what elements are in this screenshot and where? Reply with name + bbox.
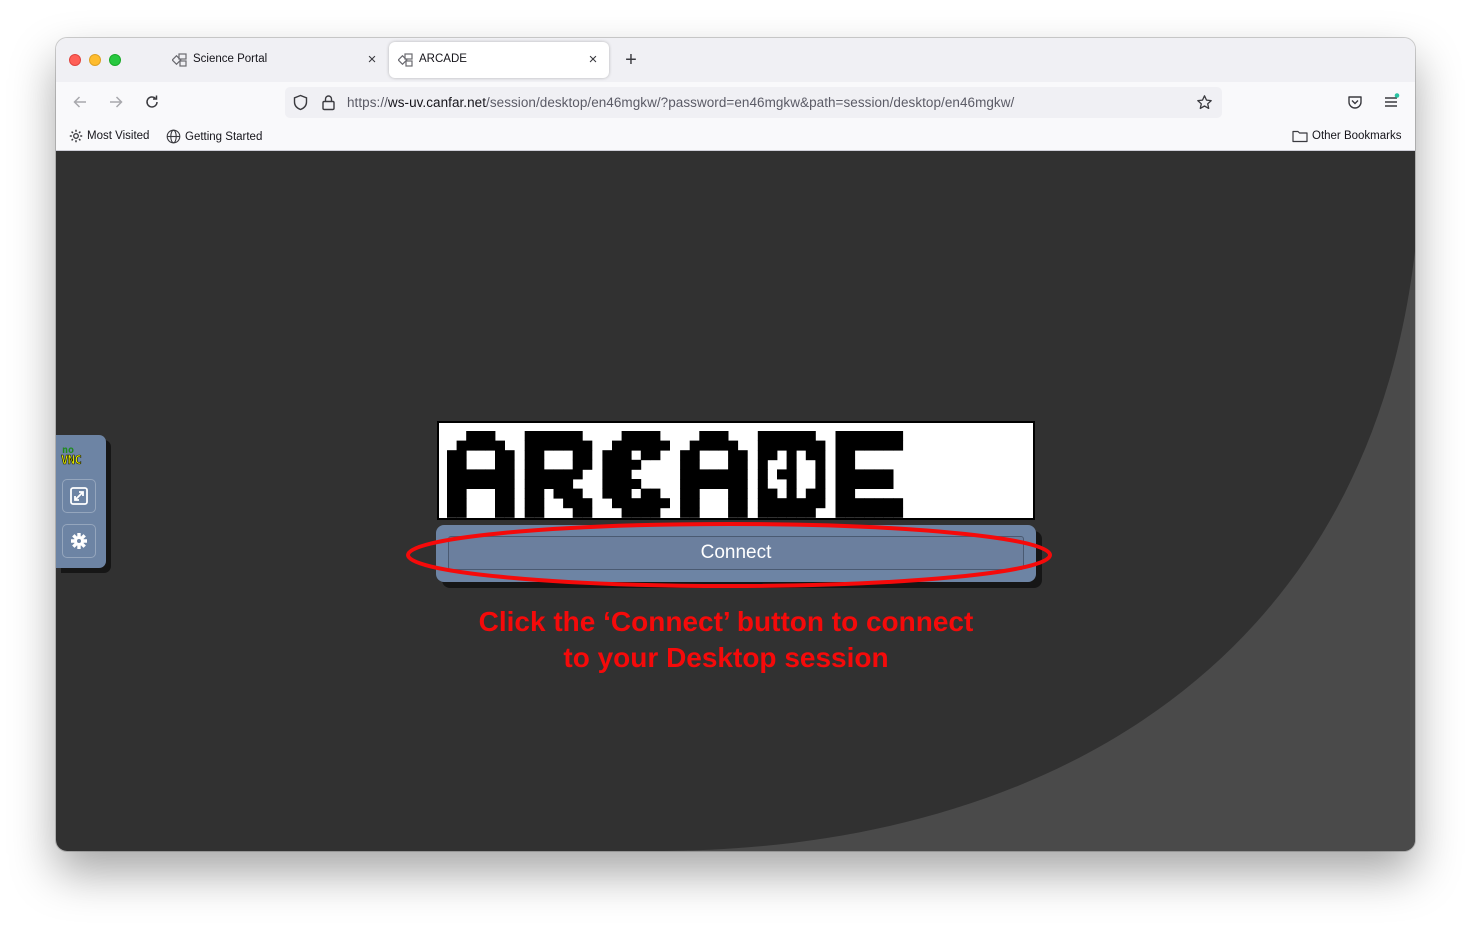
annotation-text: Click the ‘Connect’ button to connect to… xyxy=(426,604,1026,676)
annotation-line-2: to your Desktop session xyxy=(563,642,889,673)
globe-icon xyxy=(166,129,181,144)
fullscreen-icon xyxy=(70,487,88,505)
address-bar[interactable]: https://ws-uv.canfar.net/session/desktop… xyxy=(285,87,1222,118)
folder-icon xyxy=(1292,130,1308,143)
logo-letter xyxy=(602,431,670,518)
novnc-logo: no VNC xyxy=(61,445,83,466)
url-path: /session/desktop/en46mgkw/?password=en46… xyxy=(486,95,1015,110)
bookmark-label: Most Visited xyxy=(87,130,150,142)
zoom-window-button[interactable] xyxy=(109,54,121,66)
reload-icon[interactable] xyxy=(143,93,161,111)
bookmark-label: Getting Started xyxy=(185,130,263,143)
svg-text:VNC: VNC xyxy=(61,453,81,466)
arcade-logo xyxy=(437,421,1035,520)
minimize-window-button[interactable] xyxy=(89,54,101,66)
shield-icon[interactable] xyxy=(292,94,309,111)
arcade-logo-graphic xyxy=(447,431,904,518)
bookmark-star-icon[interactable] xyxy=(1196,94,1213,111)
bookmark-most-visited[interactable]: Most Visited xyxy=(69,129,149,143)
close-tab-icon[interactable]: × xyxy=(364,51,380,67)
lock-icon[interactable] xyxy=(320,94,337,111)
bookmarks-toolbar: Most Visited Getting Started Other Bookm… xyxy=(56,122,1415,151)
settings-icon xyxy=(71,533,87,549)
logo-letter xyxy=(757,431,826,518)
tab-science-portal[interactable]: Science Portal × xyxy=(163,42,388,78)
navigation-toolbar: https://ws-uv.canfar.net/session/desktop… xyxy=(56,82,1415,122)
url-text[interactable]: https://ws-uv.canfar.net/session/desktop… xyxy=(347,95,1014,110)
logo-letter xyxy=(680,431,748,518)
new-tab-icon[interactable]: + xyxy=(621,50,641,70)
back-icon[interactable] xyxy=(71,93,89,111)
logo-letter xyxy=(835,431,904,518)
logo-letter xyxy=(447,431,515,518)
bookmark-label: Other Bookmarks xyxy=(1312,130,1402,142)
settings-button[interactable] xyxy=(62,524,96,558)
url-scheme: https:// xyxy=(347,95,388,110)
close-tab-icon[interactable]: × xyxy=(585,51,601,67)
novnc-control-bar: no VNC xyxy=(56,435,106,568)
close-window-button[interactable] xyxy=(69,54,81,66)
tab-favicon-icon xyxy=(398,53,413,67)
browser-window: Science Portal × ARCADE × + https://ws-u… xyxy=(56,38,1415,851)
tab-title: Science Portal xyxy=(193,53,268,65)
fullscreen-button[interactable] xyxy=(62,479,96,513)
url-host: ws-uv.canfar.net xyxy=(387,95,487,110)
bookmark-getting-started[interactable]: Getting Started xyxy=(166,129,262,144)
bookmark-other[interactable]: Other Bookmarks xyxy=(1292,129,1401,143)
tab-favicon-icon xyxy=(172,53,187,67)
app-menu-icon[interactable] xyxy=(1382,93,1400,111)
tab-arcade[interactable]: ARCADE × xyxy=(389,42,609,78)
vnc-viewport: no VNC Connect Click the ‘Connect’ butto… xyxy=(56,151,1415,851)
gear-icon xyxy=(69,129,83,143)
tab-strip: Science Portal × ARCADE × + xyxy=(56,38,1415,82)
pocket-icon[interactable] xyxy=(1346,93,1364,111)
annotation-line-1: Click the ‘Connect’ button to connect xyxy=(478,606,974,637)
annotation-highlight-ellipse xyxy=(406,522,1052,588)
logo-letter xyxy=(524,431,593,518)
tab-title: ARCADE xyxy=(419,53,467,65)
forward-icon[interactable] xyxy=(107,93,125,111)
